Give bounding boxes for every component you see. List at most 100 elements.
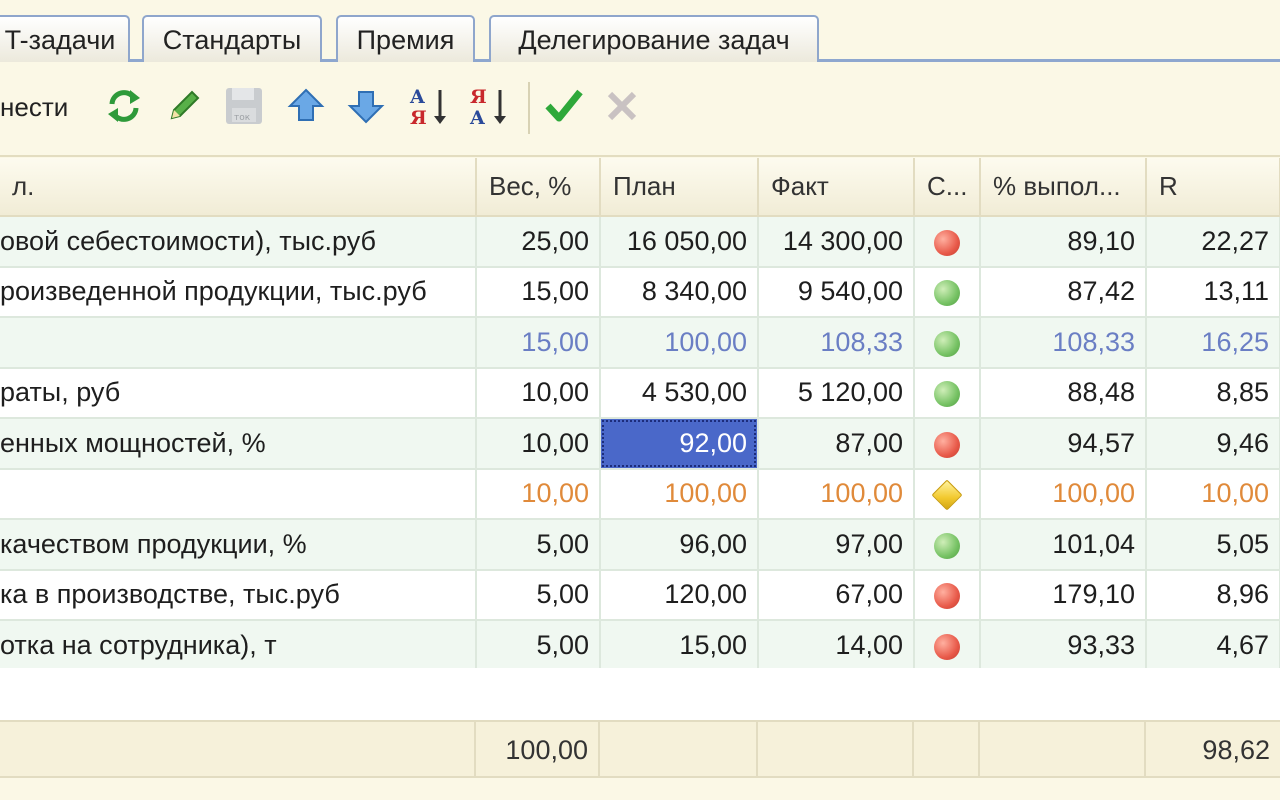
edit-button[interactable] (162, 84, 206, 128)
cell-r[interactable]: 8,85 (1146, 367, 1280, 419)
cell-status[interactable] (914, 317, 981, 369)
cell-completion[interactable]: 87,42 (980, 266, 1147, 318)
cell-indicator-name[interactable]: раты, руб (0, 367, 477, 419)
footer-cell-plan (600, 722, 758, 778)
cell-weight[interactable]: 10,00 (476, 367, 601, 419)
cell-indicator-name[interactable] (0, 317, 477, 369)
cell-r[interactable]: 4,67 (1146, 620, 1280, 672)
column-header-plan[interactable]: План (600, 158, 759, 217)
cell-plan[interactable]: 4 530,00 (600, 367, 759, 419)
cell-status[interactable] (914, 620, 981, 672)
cell-fact[interactable]: 100,00 (758, 468, 915, 520)
cell-r[interactable]: 22,27 (1146, 216, 1280, 268)
indicators-table: л. Вес, % План Факт С... % выпол... R ов… (0, 158, 1280, 672)
tab-t-tasks[interactable]: T-задачи (0, 15, 130, 62)
table-row[interactable]: 15,00 100,00 108,33 108,33 16,25 (0, 317, 1280, 369)
cell-fact[interactable]: 87,00 (758, 418, 915, 470)
cell-status[interactable] (914, 367, 981, 419)
cell-weight[interactable]: 5,00 (476, 620, 601, 672)
table-row[interactable]: ка в производстве, тыс.руб 5,00 120,00 67,0… (0, 569, 1280, 621)
refresh-button[interactable] (102, 84, 146, 128)
cell-weight[interactable]: 10,00 (476, 418, 601, 470)
cell-fact[interactable]: 9 540,00 (758, 266, 915, 318)
apply-button[interactable] (542, 84, 586, 128)
column-header-fact[interactable]: Факт (758, 158, 915, 217)
cell-completion[interactable]: 89,10 (980, 216, 1147, 268)
cell-indicator-name[interactable]: овой себестоимости), тыс.руб (0, 216, 477, 268)
cell-completion[interactable]: 94,57 (980, 418, 1147, 470)
table-row[interactable]: роизведенной продукции, тыс.руб 15,00 8 34… (0, 266, 1280, 318)
cell-plan[interactable]: 120,00 (600, 569, 759, 621)
cell-status[interactable] (914, 468, 981, 520)
cell-plan[interactable]: 15,00 (600, 620, 759, 672)
cell-fact[interactable]: 14 300,00 (758, 216, 915, 268)
cell-status[interactable] (914, 569, 981, 621)
cell-weight[interactable]: 10,00 (476, 468, 601, 520)
cell-plan[interactable]: 96,00 (600, 519, 759, 571)
cell-completion[interactable]: 108,33 (980, 317, 1147, 369)
cell-status[interactable] (914, 266, 981, 318)
cell-weight[interactable]: 15,00 (476, 317, 601, 369)
cell-fact[interactable]: 97,00 (758, 519, 915, 571)
cell-r[interactable]: 5,05 (1146, 519, 1280, 571)
cell-fact[interactable]: 67,00 (758, 569, 915, 621)
arrow-down-icon (347, 91, 385, 124)
transfer-button-label[interactable]: нести (0, 92, 68, 123)
table-row[interactable]: отка на сотрудника), т 5,00 15,00 14,00 93,3… (0, 620, 1280, 672)
cancel-button[interactable] (600, 84, 644, 128)
cell-indicator-name[interactable]: енных мощностей, % (0, 418, 477, 470)
move-up-button[interactable] (284, 84, 328, 128)
cell-status[interactable] (914, 418, 981, 470)
cross-icon (607, 91, 637, 121)
cell-completion[interactable]: 88,48 (980, 367, 1147, 419)
cell-indicator-name[interactable]: ка в производстве, тыс.руб (0, 569, 477, 621)
cell-completion[interactable]: 179,10 (980, 569, 1147, 621)
save-button[interactable]: ток (222, 84, 266, 128)
cell-completion[interactable]: 100,00 (980, 468, 1147, 520)
cell-fact[interactable]: 5 120,00 (758, 367, 915, 419)
cell-weight[interactable]: 5,00 (476, 519, 601, 571)
table-row[interactable]: енных мощностей, % 10,00 92,00 87,00 94,57 9,… (0, 418, 1280, 470)
cell-r[interactable]: 13,11 (1146, 266, 1280, 318)
cell-plan[interactable]: 16 050,00 (600, 216, 759, 268)
cell-plan[interactable]: 92,00 (600, 418, 759, 470)
table-row[interactable]: раты, руб 10,00 4 530,00 5 120,00 88,48 8,85 (0, 367, 1280, 419)
cell-r[interactable]: 10,00 (1146, 468, 1280, 520)
cell-completion[interactable]: 101,04 (980, 519, 1147, 571)
toolbar: нести ток A Я Я A (0, 62, 1280, 157)
cell-plan[interactable]: 100,00 (600, 317, 759, 369)
cell-indicator-name[interactable]: отка на сотрудника), т (0, 620, 477, 672)
status-green-indicator-icon (934, 532, 960, 559)
table-row[interactable]: 10,00 100,00 100,00 100,00 10,00 (0, 468, 1280, 520)
tab-task-delegation[interactable]: Делегирование задач (489, 15, 819, 62)
cell-indicator-name[interactable]: роизведенной продукции, тыс.руб (0, 266, 477, 318)
sort-ascending-button[interactable]: A Я (406, 84, 450, 128)
column-header-weight[interactable]: Вес, % (476, 158, 601, 217)
cell-weight[interactable]: 25,00 (476, 216, 601, 268)
sort-descending-button[interactable]: Я A (466, 84, 510, 128)
column-header-name[interactable]: л. (0, 158, 477, 217)
cell-weight[interactable]: 15,00 (476, 266, 601, 318)
column-header-completion[interactable]: % выпол... (980, 158, 1147, 217)
table-row[interactable]: овой себестоимости), тыс.руб 25,00 16 050,… (0, 216, 1280, 268)
cell-plan[interactable]: 100,00 (600, 468, 759, 520)
cell-weight[interactable]: 5,00 (476, 569, 601, 621)
cell-fact[interactable]: 14,00 (758, 620, 915, 672)
cell-plan[interactable]: 8 340,00 (600, 266, 759, 318)
cell-fact[interactable]: 108,33 (758, 317, 915, 369)
table-row[interactable]: качеством продукции, % 5,00 96,00 97,00 101,… (0, 519, 1280, 571)
cell-r[interactable]: 9,46 (1146, 418, 1280, 470)
move-down-button[interactable] (344, 84, 388, 128)
column-header-status[interactable]: С... (914, 158, 981, 217)
tab-standards[interactable]: Стандарты (142, 15, 322, 62)
tab-bonus[interactable]: Премия (336, 15, 475, 62)
cell-indicator-name[interactable]: качеством продукции, % (0, 519, 477, 571)
cell-indicator-name[interactable] (0, 468, 477, 520)
cell-r[interactable]: 8,96 (1146, 569, 1280, 621)
cell-r[interactable]: 16,25 (1146, 317, 1280, 369)
status-red-indicator-icon (934, 229, 960, 256)
cell-status[interactable] (914, 519, 981, 571)
cell-status[interactable] (914, 216, 981, 268)
cell-completion[interactable]: 93,33 (980, 620, 1147, 672)
column-header-r[interactable]: R (1146, 158, 1280, 217)
